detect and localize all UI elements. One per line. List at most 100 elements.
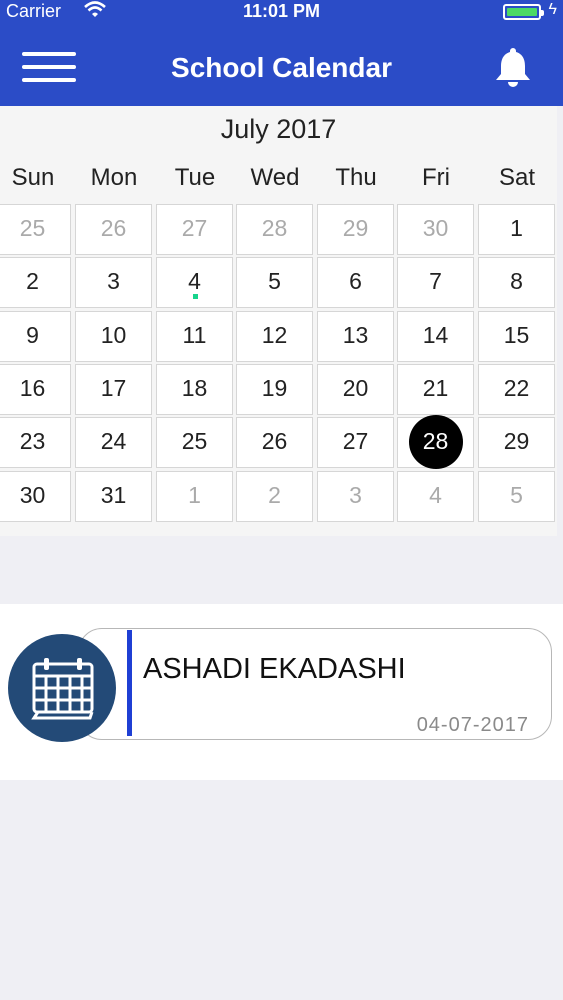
day-cell[interactable]: 27	[156, 204, 233, 255]
event-accent-bar	[127, 630, 132, 736]
day-number: 7	[429, 268, 442, 295]
status-time: 11:01 PM	[242, 1, 321, 21]
day-number: 26	[261, 428, 288, 455]
day-number: 26	[100, 215, 127, 241]
day-number: 25	[181, 428, 208, 455]
top-bar: Carrier 11:01 PM ϟ School Calendar	[0, 0, 563, 106]
weekday-tue: Tue	[174, 164, 216, 191]
event-indicator-dot	[192, 294, 198, 300]
day-cell[interactable]: 5	[478, 470, 555, 522]
day-number: 31	[100, 481, 127, 508]
day-cell[interactable]: 29	[478, 417, 555, 469]
day-cell[interactable]: 29	[317, 204, 394, 255]
day-cell[interactable]: 7	[397, 257, 474, 309]
day-cell[interactable]: 4	[156, 257, 233, 309]
weekday-header: Sun Mon Tue Wed Thu Fri Sat	[0, 164, 557, 194]
day-number: 25	[19, 215, 46, 241]
event-calendar-badge	[8, 634, 116, 742]
weekday-fri: Fri	[422, 164, 450, 191]
day-cell[interactable]: 4	[397, 470, 474, 522]
day-number: 5	[510, 481, 523, 508]
day-cell[interactable]: 18	[156, 363, 233, 415]
day-cell[interactable]: 10	[75, 310, 152, 362]
day-number: 29	[342, 215, 369, 241]
weekday-thu: Thu	[335, 164, 377, 191]
day-cell[interactable]: 17	[75, 363, 152, 415]
day-cell[interactable]: 25	[156, 417, 233, 469]
status-bar: Carrier 11:01 PM ϟ	[0, 0, 563, 24]
day-cell[interactable]: 13	[317, 310, 394, 362]
day-number: 11	[182, 321, 207, 348]
day-number: 2	[268, 481, 281, 508]
bell-icon[interactable]	[493, 46, 533, 88]
day-number: 22	[503, 374, 530, 401]
day-number: 27	[181, 215, 208, 241]
weekday-sat: Sat	[498, 164, 536, 191]
day-number: 4	[188, 268, 201, 295]
day-cell[interactable]: 14	[397, 310, 474, 362]
charging-icon: ϟ	[548, 1, 557, 18]
day-cell[interactable]: 6	[317, 257, 394, 309]
day-cell[interactable]: 3	[317, 470, 394, 522]
day-number: 30	[422, 215, 449, 241]
day-number: 18	[181, 374, 208, 401]
day-cell[interactable]: 28	[397, 415, 474, 470]
day-number: 19	[261, 374, 288, 401]
day-number: 30	[19, 481, 46, 508]
day-number: 29	[503, 428, 530, 455]
day-cell[interactable]: 31	[75, 470, 152, 522]
day-cell[interactable]: 19	[236, 363, 313, 415]
weekday-mon: Mon	[90, 164, 138, 191]
calendar-icon	[31, 658, 94, 720]
day-number: 16	[19, 374, 46, 401]
day-number: 10	[100, 321, 127, 348]
day-cell[interactable]: 5	[236, 257, 313, 309]
day-cell[interactable]: 22	[478, 363, 555, 415]
day-cell[interactable]: 15	[478, 310, 555, 362]
day-number: 23	[19, 428, 46, 455]
day-number: 28	[261, 215, 288, 241]
day-cell[interactable]: 30	[0, 470, 71, 522]
day-cell[interactable]: 11	[156, 310, 233, 362]
battery-icon	[503, 4, 544, 20]
event-title: ASHADI EKADASHI	[143, 653, 406, 685]
day-cell[interactable]: 23	[0, 417, 71, 469]
weekday-wed: Wed	[250, 164, 300, 191]
day-cell[interactable]: 24	[75, 417, 152, 469]
weekday-sun: Sun	[11, 164, 55, 191]
day-number: 3	[107, 268, 120, 295]
day-cell[interactable]: 16	[0, 363, 71, 415]
day-cell[interactable]: 8	[478, 257, 555, 309]
calendar: July 2017 Sun Mon Tue Wed Thu Fri Sat 25 26 27 28…	[0, 106, 557, 536]
day-cell[interactable]: 3	[75, 257, 152, 309]
day-number: 17	[100, 374, 127, 401]
day-number: 1	[510, 215, 523, 241]
day-cell[interactable]: 1	[478, 204, 555, 255]
day-cell[interactable]: 2	[0, 257, 71, 309]
day-number: 15	[503, 321, 530, 348]
day-cell[interactable]: 1	[156, 470, 233, 522]
day-cell[interactable]: 30	[397, 204, 474, 255]
day-cell[interactable]: 2	[236, 470, 313, 522]
day-number: 9	[26, 321, 39, 348]
day-cell[interactable]: 27	[317, 417, 394, 469]
day-cell[interactable]: 12	[236, 310, 313, 362]
day-cell[interactable]: 26	[75, 204, 152, 255]
day-cell[interactable]: 26	[236, 417, 313, 469]
day-number: 12	[261, 321, 288, 348]
day-cell[interactable]: 25	[0, 204, 71, 255]
day-number: 27	[342, 428, 369, 455]
page-title: School Calendar	[171, 52, 392, 83]
day-number: 8	[510, 268, 523, 295]
day-number: 6	[349, 268, 362, 295]
event-card[interactable]: ASHADI EKADASHI 04-07-2017	[78, 628, 552, 740]
selected-day-number: 28	[408, 415, 463, 470]
day-number: 24	[100, 428, 127, 455]
day-cell[interactable]: 28	[236, 204, 313, 255]
day-cell[interactable]: 21	[397, 363, 474, 415]
day-cell[interactable]: 9	[0, 310, 71, 362]
day-number: 1	[188, 481, 201, 508]
events-panel: ASHADI EKADASHI 04-07-2017	[0, 604, 563, 780]
day-cell[interactable]: 20	[317, 363, 394, 415]
month-label: July 2017	[220, 114, 337, 144]
